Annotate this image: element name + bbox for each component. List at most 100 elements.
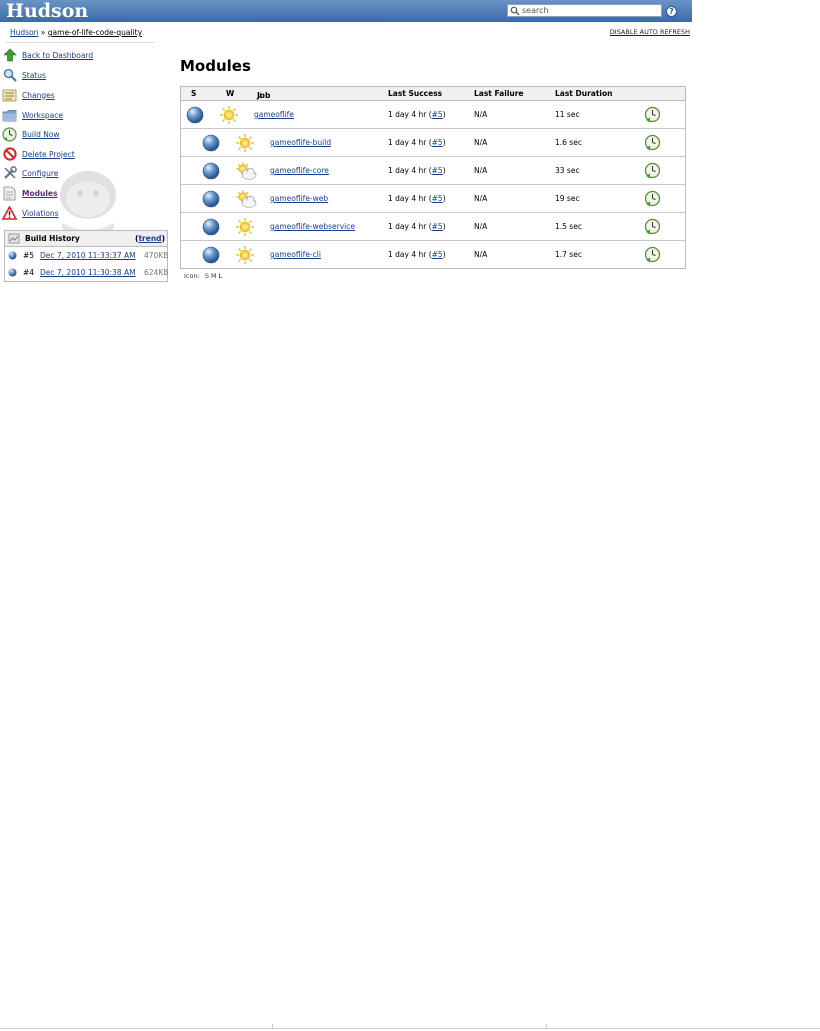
sidebar-item-label[interactable]: Violations: [22, 209, 59, 218]
last-duration: 19 sec: [555, 194, 580, 203]
sidebar-item-configure[interactable]: Configure: [2, 165, 58, 181]
col-weather[interactable]: W: [226, 89, 234, 98]
sidebar-item-changes[interactable]: Changes: [2, 87, 55, 103]
build-link[interactable]: #5: [432, 110, 443, 119]
build-history-title: Build History: [25, 234, 80, 243]
last-success-time: 1 day 4 hr: [388, 250, 427, 259]
sidebar-item-label[interactable]: Back to Dashboard: [22, 51, 93, 60]
blue-ball-icon: [202, 218, 220, 236]
sidebar-item-violations[interactable]: Violations: [2, 205, 59, 221]
sidebar-item-label[interactable]: Configure: [22, 169, 58, 178]
disable-auto-refresh-link[interactable]: DISABLE AUTO REFRESH: [610, 28, 690, 36]
build-link[interactable]: #5: [432, 222, 443, 231]
last-success-time: 1 day 4 hr: [388, 110, 427, 119]
hudson-logo[interactable]: Hudson: [6, 0, 88, 22]
build-history-header: Build History (trend): [5, 231, 167, 247]
breadcrumb: Hudson » game-of-life-code-quality: [10, 28, 142, 37]
footer-tick: [546, 1024, 547, 1028]
build-link[interactable]: #5: [432, 250, 443, 259]
col-last-failure[interactable]: Last Failure: [474, 89, 524, 98]
job-link[interactable]: gameoflife-build: [270, 138, 331, 147]
search-box[interactable]: [507, 4, 662, 17]
modules-table-header: S W Job ↓ Last Success Last Failure Last…: [181, 87, 685, 101]
search-input[interactable]: [522, 5, 660, 16]
last-success: 1 day 4 hr (#5): [388, 222, 446, 231]
breadcrumb-separator: »: [40, 28, 46, 37]
top-bar: Hudson ?: [0, 0, 692, 22]
module-row: gameoflife-build 1 day 4 hr (#5) N/A 1.6…: [181, 129, 685, 157]
blue-ball-icon: [202, 246, 220, 264]
modules-table: S W Job ↓ Last Success Last Failure Last…: [180, 86, 686, 269]
sidebar-item-label[interactable]: Workspace: [22, 111, 63, 120]
build-history-trend: (trend): [135, 234, 165, 243]
module-row: gameoflife-webservice 1 day 4 hr (#5) N/…: [181, 213, 685, 241]
sort-arrow-icon: ↓: [257, 91, 264, 100]
build-link[interactable]: #5: [432, 166, 443, 175]
last-failure: N/A: [474, 110, 488, 119]
job-link[interactable]: gameoflife-core: [270, 166, 329, 175]
breadcrumb-root[interactable]: Hudson: [10, 28, 38, 37]
build-number: #4: [23, 268, 35, 277]
schedule-build-icon[interactable]: [644, 162, 661, 179]
sunny-weather-icon: [236, 246, 254, 264]
sidebar-item-status[interactable]: Status: [2, 67, 46, 83]
schedule-build-icon[interactable]: [644, 134, 661, 151]
blue-ball-icon: [202, 190, 220, 208]
build-date-link[interactable]: Dec 7, 2010 11:33:37 AM: [40, 251, 136, 260]
build-link[interactable]: #5: [432, 138, 443, 147]
schedule-build-icon[interactable]: [644, 190, 661, 207]
build-history-icon: [8, 233, 20, 246]
job-link[interactable]: gameoflife-webservice: [270, 222, 355, 231]
sidebar-item-label[interactable]: Changes: [22, 91, 55, 100]
blue-ball-icon: [186, 106, 204, 124]
job-link[interactable]: gameoflife-cli: [270, 250, 321, 259]
schedule-build-icon[interactable]: [644, 218, 661, 235]
help-icon[interactable]: ?: [666, 6, 677, 17]
last-duration: 33 sec: [555, 166, 580, 175]
sidebar-item-label[interactable]: Build Now: [22, 130, 60, 139]
blue-ball-icon: [202, 162, 220, 180]
icon-size-small[interactable]: S: [205, 272, 209, 280]
module-row: gameoflife 1 day 4 hr (#5) N/A 11 sec: [181, 101, 685, 129]
icon-size-medium[interactable]: M: [211, 272, 217, 280]
sunny-weather-icon: [236, 218, 254, 236]
col-last-success[interactable]: Last Success: [388, 89, 442, 98]
job-link[interactable]: gameoflife-web: [270, 194, 328, 203]
icon-size-label: Icon:: [184, 272, 200, 280]
up-arrow-icon: [2, 48, 17, 63]
sidebar-item-label[interactable]: Modules: [22, 189, 57, 198]
last-failure: N/A: [474, 194, 488, 203]
last-success-time: 1 day 4 hr: [388, 166, 427, 175]
sidebar-item-workspace[interactable]: Workspace: [2, 107, 63, 123]
sunny-weather-icon: [236, 134, 254, 152]
icon-size-selector: Icon: SML: [184, 272, 222, 280]
sidebar-item-delete-project[interactable]: Delete Project: [2, 146, 75, 162]
schedule-build-icon[interactable]: [644, 246, 661, 263]
col-last-duration[interactable]: Last Duration: [555, 89, 612, 98]
warning-icon: [2, 206, 17, 221]
blue-ball-icon: [8, 268, 17, 277]
breadcrumb-project[interactable]: game-of-life-code-quality: [48, 28, 142, 37]
col-status[interactable]: S: [191, 89, 196, 98]
schedule-build-icon[interactable]: [644, 106, 661, 123]
sidebar-item-back-to-dashboard[interactable]: Back to Dashboard: [2, 47, 93, 63]
build-history-row: #4 Dec 7, 2010 11:30:38 AM 624KB: [5, 264, 169, 281]
module-row: gameoflife-core 1 day 4 hr (#5) N/A 33 s…: [181, 157, 685, 185]
build-number: #5: [23, 251, 35, 260]
no-entry-icon: [2, 147, 17, 162]
sidebar-item-modules[interactable]: Modules: [2, 185, 57, 201]
build-date-link[interactable]: Dec 7, 2010 11:30:38 AM: [40, 268, 136, 277]
folder-icon: [2, 108, 17, 123]
last-failure: N/A: [474, 250, 488, 259]
build-link[interactable]: #5: [432, 194, 443, 203]
build-history-panel: Build History (trend) #5 Dec 7, 2010 11:…: [4, 230, 168, 282]
trend-link[interactable]: trend: [138, 234, 161, 243]
job-link[interactable]: gameoflife: [254, 110, 294, 119]
sidebar-item-label[interactable]: Delete Project: [22, 150, 75, 159]
build-size: 624KB: [144, 268, 169, 277]
last-success: 1 day 4 hr (#5): [388, 110, 446, 119]
sidebar-item-build-now[interactable]: Build Now: [2, 126, 60, 142]
magnifier-icon: [2, 68, 17, 83]
build-size: 470KB: [144, 251, 169, 260]
sidebar-item-label[interactable]: Status: [22, 71, 46, 80]
